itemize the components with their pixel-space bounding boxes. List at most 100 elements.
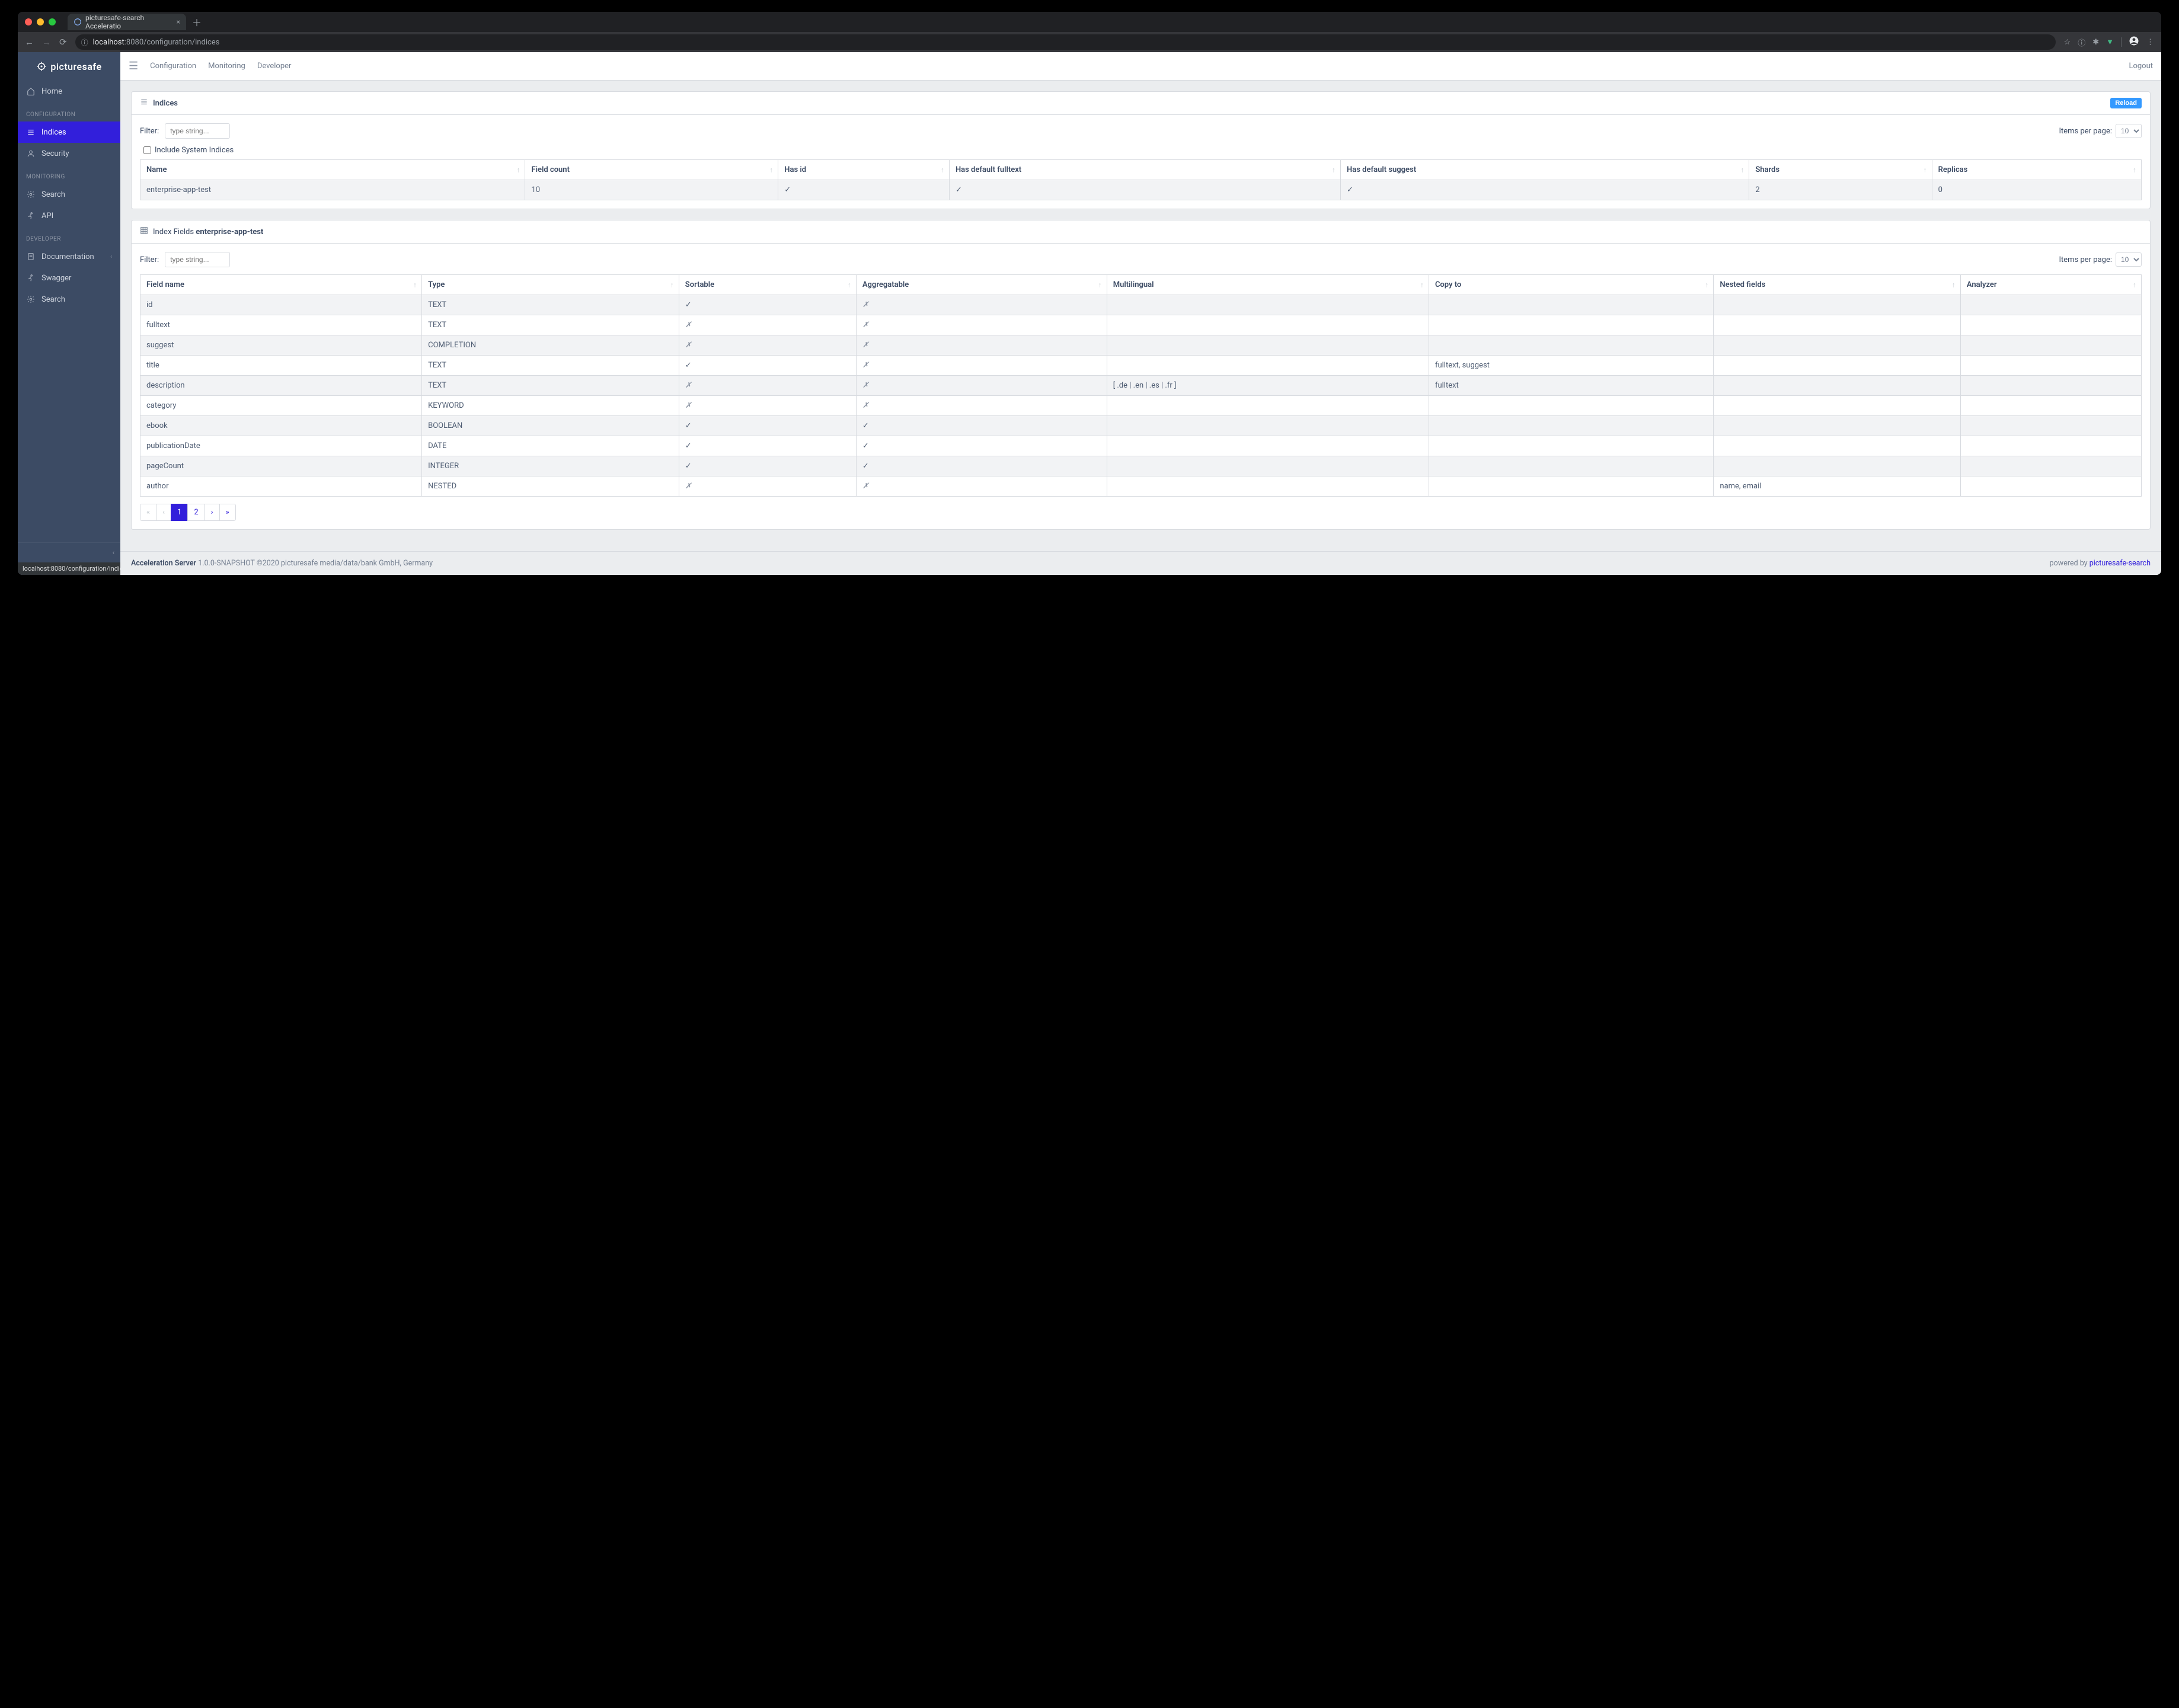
cell-field_name: pageCount xyxy=(140,456,422,476)
sidebar-item-swagger[interactable]: Swagger xyxy=(18,267,120,289)
col-shards[interactable]: Shards↑ xyxy=(1749,160,1932,180)
kebab-menu-icon[interactable]: ⋮ xyxy=(2146,38,2154,47)
filter-input[interactable] xyxy=(165,123,230,139)
close-icon[interactable]: × xyxy=(177,18,180,26)
star-icon[interactable]: ☆ xyxy=(2064,38,2071,47)
sidebar-item-label: Documentation xyxy=(41,252,94,261)
col-sortable[interactable]: Sortable↑ xyxy=(679,275,856,295)
cell-aggregatable: ✗ xyxy=(856,315,1107,335)
back-icon[interactable]: ← xyxy=(25,37,34,47)
table-row[interactable]: idTEXT✓✗ xyxy=(140,295,2142,315)
col-copy-to[interactable]: Copy to↑ xyxy=(1429,275,1713,295)
page-next[interactable]: › xyxy=(205,504,220,521)
col-analyzer[interactable]: Analyzer↑ xyxy=(1960,275,2141,295)
table-row[interactable]: suggestCOMPLETION✗✗ xyxy=(140,335,2142,356)
sidebar-item-api[interactable]: API xyxy=(18,205,120,226)
col-name[interactable]: Name↑ xyxy=(140,160,525,180)
col-type[interactable]: Type↑ xyxy=(422,275,679,295)
status-bar-hint: localhost:8080/configuration/indices xyxy=(18,562,120,575)
table-row[interactable]: titleTEXT✓✗fulltext, suggest xyxy=(140,356,2142,376)
filter-label: Filter: xyxy=(140,127,159,136)
col-has-fulltext[interactable]: Has default fulltext↑ xyxy=(949,160,1340,180)
topnav-logout[interactable]: Logout xyxy=(2129,62,2153,71)
table-row[interactable]: categoryKEYWORD✗✗ xyxy=(140,396,2142,416)
chevron-left-icon: ‹ xyxy=(110,254,112,260)
table-row[interactable]: enterprise-app-test10✓✓✓20 xyxy=(140,180,2142,200)
page-2[interactable]: 2 xyxy=(187,504,205,521)
sidebar-item-search[interactable]: Search xyxy=(18,184,120,205)
new-tab-button[interactable]: ＋ xyxy=(192,15,202,29)
sidebar-item-security[interactable]: Security xyxy=(18,143,120,164)
sidebar-item-label: Swagger xyxy=(41,274,71,283)
col-field-count[interactable]: Field count↑ xyxy=(525,160,778,180)
address-field[interactable]: ⓘ localhost:8080/configuration/indices xyxy=(75,34,2056,50)
cell-copy_to xyxy=(1429,416,1713,436)
cell-aggregatable: ✓ xyxy=(856,436,1107,456)
table-row[interactable]: descriptionTEXT✗✗[ .de | .en | .es | .fr… xyxy=(140,376,2142,396)
col-aggregatable[interactable]: Aggregatable↑ xyxy=(856,275,1107,295)
page-prev[interactable]: ‹ xyxy=(156,504,171,521)
window-zoom-icon[interactable] xyxy=(49,18,56,25)
cell-nested_fields xyxy=(1714,356,1960,376)
table-row[interactable]: ebookBOOLEAN✓✓ xyxy=(140,416,2142,436)
vue-devtools-icon[interactable]: ▼ xyxy=(2106,37,2114,47)
profile-icon[interactable] xyxy=(2129,36,2139,49)
menu-toggle-icon[interactable]: ☰ xyxy=(129,60,138,72)
document-icon xyxy=(26,252,36,261)
running-icon xyxy=(26,273,36,283)
browser-tab[interactable]: picturesafe-search Acceleratio × xyxy=(68,14,186,30)
indices-table: Name↑ Field count↑ Has id↑ Has default f… xyxy=(140,159,2142,200)
col-has-suggest[interactable]: Has default suggest↑ xyxy=(1341,160,1749,180)
filter-input[interactable] xyxy=(165,252,230,267)
cell-aggregatable: ✗ xyxy=(856,376,1107,396)
footer-powered-by-link[interactable]: picturesafe-search xyxy=(2089,559,2151,568)
col-has-id[interactable]: Has id↑ xyxy=(778,160,950,180)
sidebar-item-dev-search[interactable]: Search xyxy=(18,289,120,310)
include-system-checkbox[interactable] xyxy=(143,146,151,154)
cell-sortable: ✓ xyxy=(679,436,856,456)
col-field-name[interactable]: Field name↑ xyxy=(140,275,422,295)
topnav-configuration[interactable]: Configuration xyxy=(150,62,196,71)
sort-icon: ↑ xyxy=(670,280,674,289)
react-devtools-icon[interactable]: ✱ xyxy=(2092,38,2099,47)
reload-icon[interactable]: ⟳ xyxy=(59,37,67,47)
cell-nested_fields: name, email xyxy=(1714,476,1960,497)
grid-icon xyxy=(140,226,148,237)
brand[interactable]: picturesafe xyxy=(18,52,120,81)
col-replicas[interactable]: Replicas↑ xyxy=(1932,160,2141,180)
table-row[interactable]: authorNESTED✗✗name, email xyxy=(140,476,2142,497)
page-first[interactable]: « xyxy=(140,504,156,521)
extension-icon[interactable]: ⓘ xyxy=(2078,37,2085,48)
col-nested-fields[interactable]: Nested fields↑ xyxy=(1714,275,1960,295)
items-per-page-select[interactable]: 10 xyxy=(2116,124,2142,138)
cell-analyzer xyxy=(1960,315,2141,335)
forward-icon[interactable]: → xyxy=(42,37,51,47)
window-minimize-icon[interactable] xyxy=(37,18,44,25)
sort-icon: ↑ xyxy=(848,280,851,289)
sidebar-minimize-button[interactable]: ‹ xyxy=(18,542,120,562)
table-row[interactable]: fulltextTEXT✗✗ xyxy=(140,315,2142,335)
site-info-icon[interactable]: ⓘ xyxy=(81,37,88,47)
cell-has_id: ✓ xyxy=(778,180,950,200)
table-row[interactable]: pageCountINTEGER✓✓ xyxy=(140,456,2142,476)
filter-label: Filter: xyxy=(140,255,159,264)
table-row[interactable]: publicationDateDATE✓✓ xyxy=(140,436,2142,456)
browser-tab-bar: picturesafe-search Acceleratio × ＋ xyxy=(18,12,2161,32)
page-1[interactable]: 1 xyxy=(171,504,188,521)
sidebar-item-home[interactable]: Home xyxy=(18,81,120,102)
topnav-developer[interactable]: Developer xyxy=(257,62,292,71)
window-close-icon[interactable] xyxy=(25,18,32,25)
col-multilingual[interactable]: Multilingual↑ xyxy=(1107,275,1429,295)
cell-type: TEXT xyxy=(422,376,679,396)
cell-field_name: fulltext xyxy=(140,315,422,335)
page-last[interactable]: » xyxy=(219,504,236,521)
items-per-page-select[interactable]: 10 xyxy=(2116,252,2142,267)
reload-button[interactable]: Reload xyxy=(2110,98,2142,108)
brand-logo-icon xyxy=(36,61,47,72)
sidebar-item-indices[interactable]: Indices xyxy=(18,121,120,143)
sidebar-item-documentation[interactable]: Documentation ‹ xyxy=(18,246,120,267)
cell-type: BOOLEAN xyxy=(422,416,679,436)
gear-icon xyxy=(26,190,36,199)
cell-shards: 2 xyxy=(1749,180,1932,200)
topnav-monitoring[interactable]: Monitoring xyxy=(208,62,245,71)
